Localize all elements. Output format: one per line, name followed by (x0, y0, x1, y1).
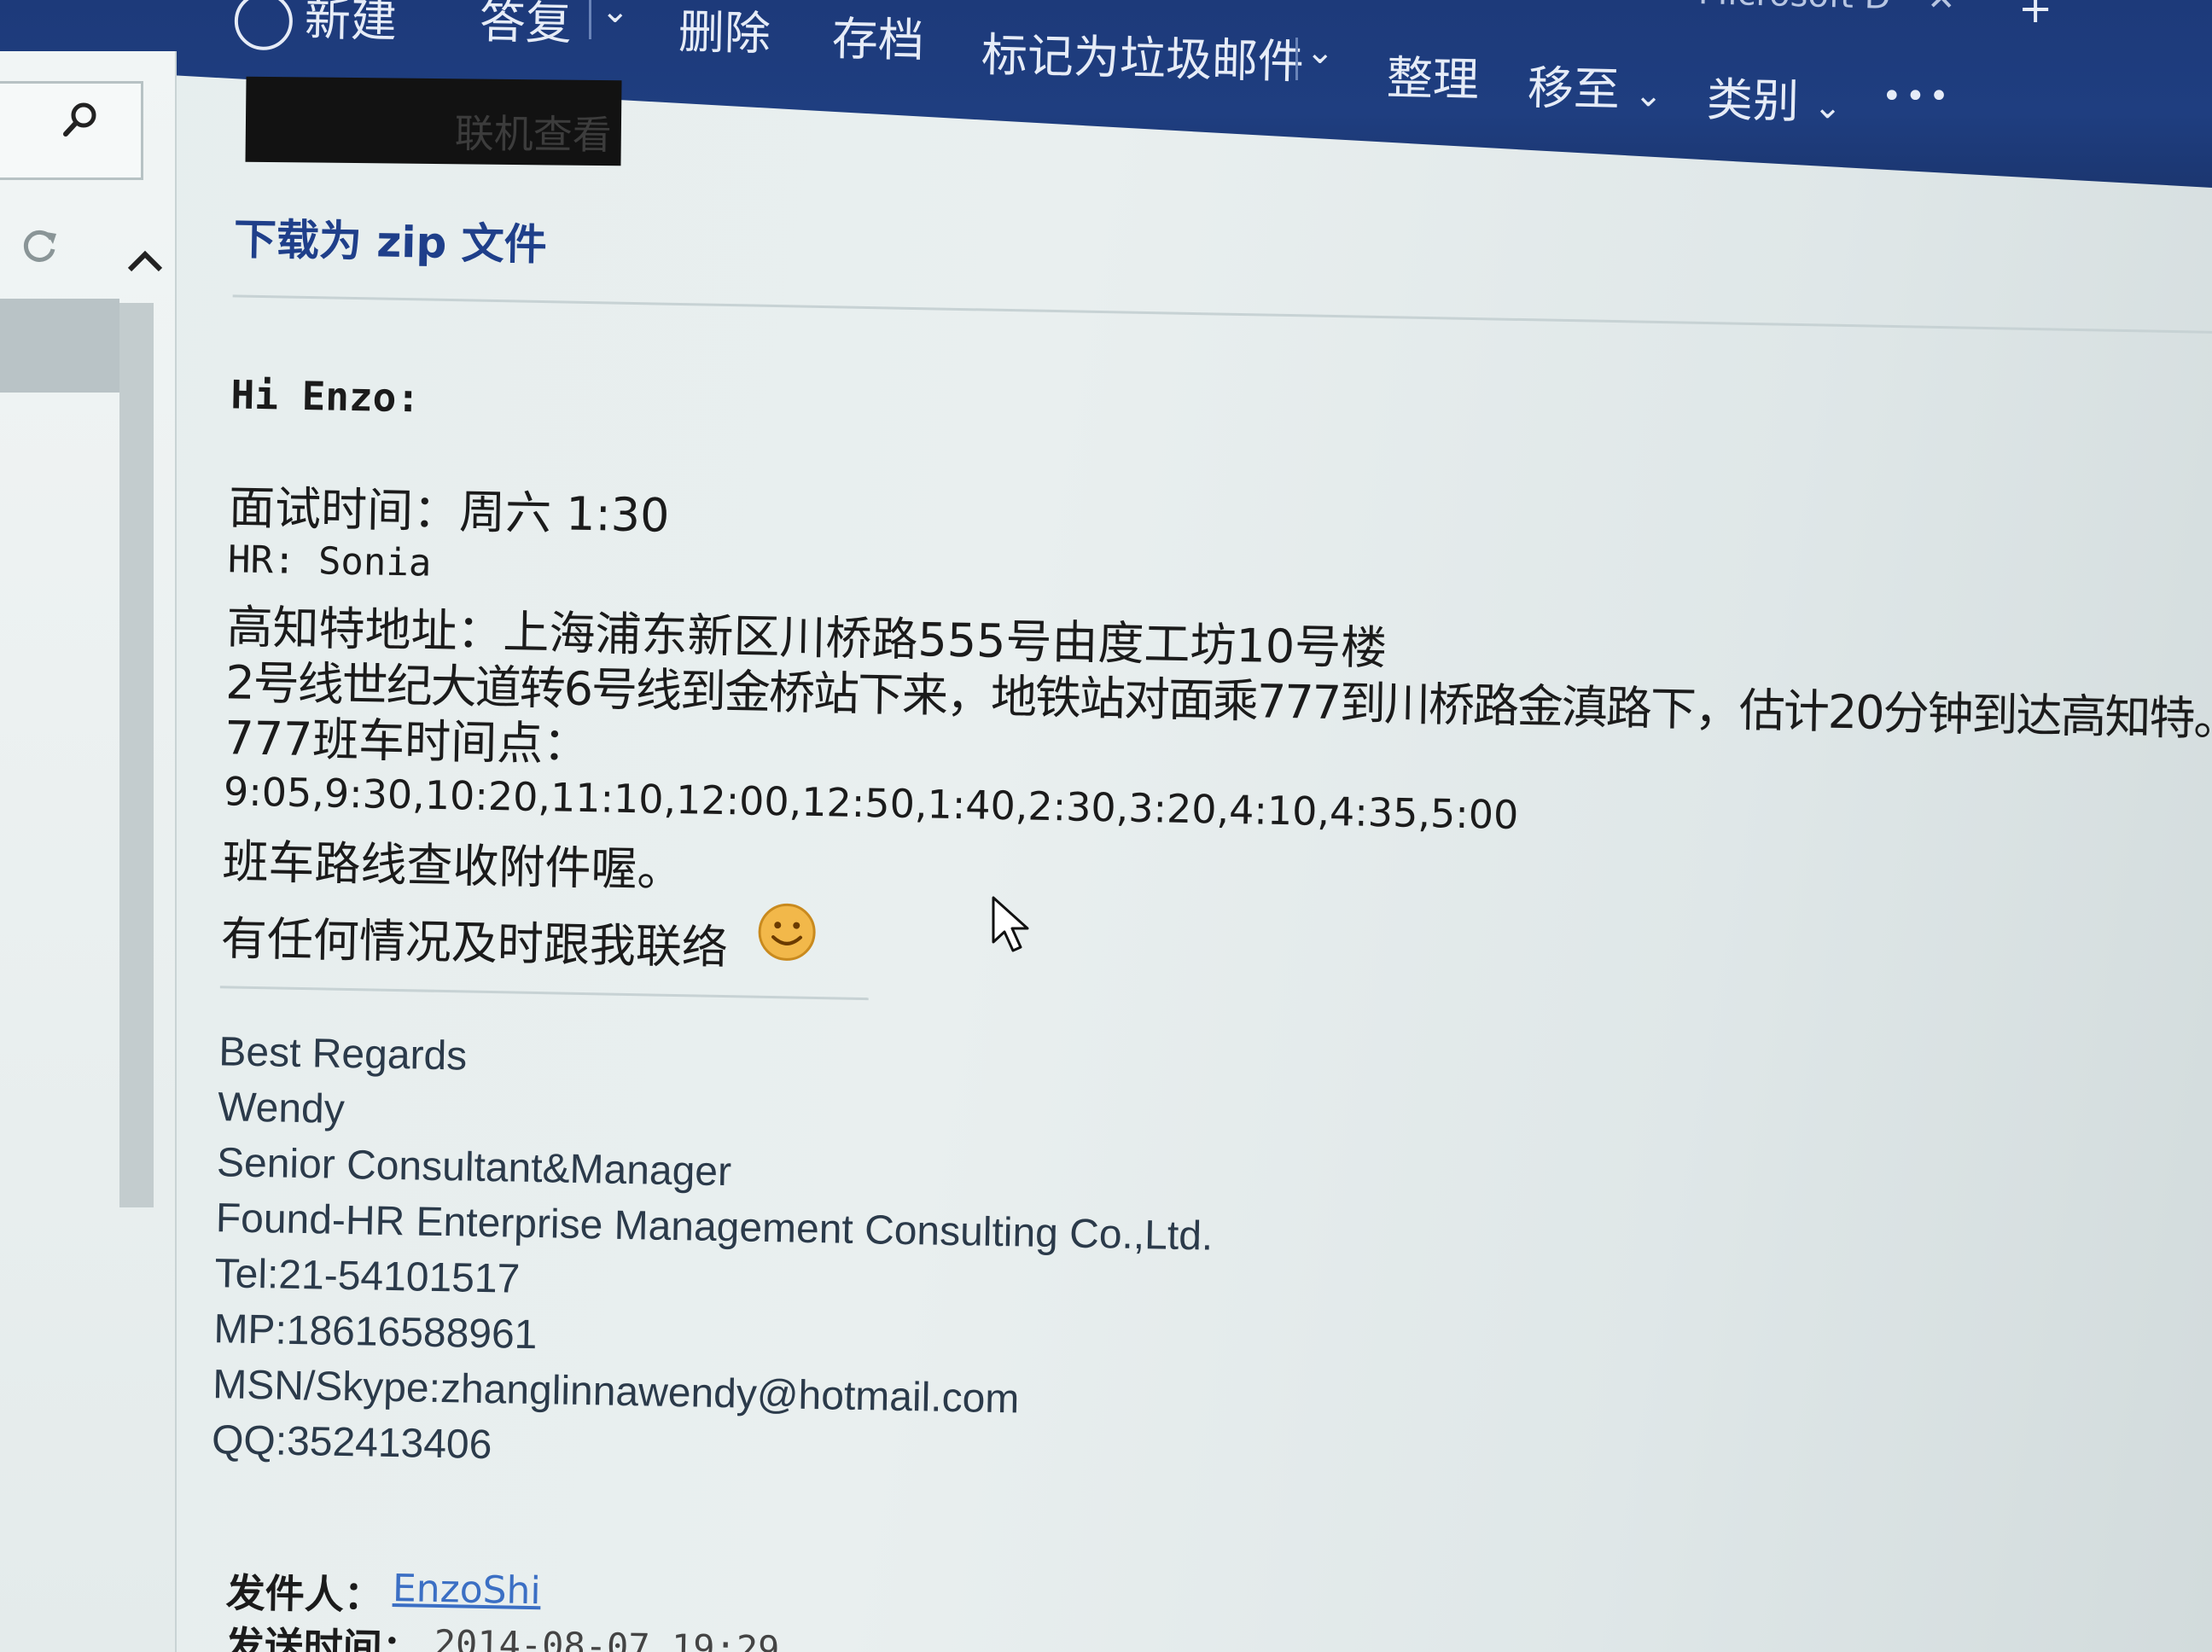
email-window: 新建 答复 ⌄ 删除 存档 标记为垃圾邮件 ⌄ 整理 移至 ⌄ 类别 ⌄ •••… (0, 0, 2212, 1652)
signature-mp: MP:18616588961 (213, 1306, 538, 1358)
chevron-down-icon: ⌄ (1633, 75, 1663, 115)
delete-label: 删除 (678, 4, 771, 61)
new-tab-button[interactable]: + (2018, 0, 2052, 32)
divider (1295, 38, 1298, 80)
new-label: 新建 (304, 0, 398, 48)
signature-qq: QQ:352413406 (211, 1417, 492, 1469)
archive-label: 存档 (831, 11, 925, 68)
more-button[interactable]: ••• (1882, 77, 1953, 116)
signature-divider (219, 986, 869, 1001)
contact-note: 有任何情况及时跟我联络 (220, 911, 729, 975)
delete-button[interactable]: 删除 (678, 0, 771, 63)
hr-contact: HR: Sonia (227, 538, 432, 585)
interview-time: 面试时间：周六 1:30 (228, 480, 671, 543)
move-button[interactable]: 移至 ⌄ (1527, 49, 1663, 120)
divider (232, 294, 2212, 334)
category-label: 类别 (1706, 73, 1800, 129)
signature-tel: Tel:21-54101517 (214, 1251, 521, 1302)
greeting: Hi Enzo: (230, 371, 421, 422)
chevron-down-icon: ⌄ (1813, 87, 1842, 127)
divider (589, 0, 591, 39)
plus-icon: + (2018, 0, 2053, 32)
category-button[interactable]: 类别 ⌄ (1706, 61, 1842, 132)
sent-label: 发送时间： (224, 1622, 422, 1652)
reply-dropdown-chevron-icon[interactable]: ⌄ (601, 0, 630, 31)
smiley-icon (758, 903, 816, 961)
signature-regards: Best Regards (218, 1029, 468, 1079)
online-view-button[interactable]: 联机查看 (245, 76, 622, 166)
attachment-note: 班车路线查收附件喔。 (221, 835, 684, 898)
download-zip-link[interactable]: 下载为 zip 文件 (233, 205, 547, 272)
more-icon: ••• (1882, 77, 1953, 116)
sweep-label: 整理 (1386, 50, 1480, 108)
plus-circle-icon (234, 0, 294, 51)
mouse-cursor-icon (992, 896, 1029, 952)
new-button[interactable]: 新建 (234, 0, 398, 53)
close-icon[interactable]: ✕ (1927, 0, 1957, 19)
selected-message-item[interactable] (0, 299, 119, 393)
signature-title: Senior Consultant&Manager (216, 1140, 732, 1195)
archive-button[interactable]: 存档 (831, 1, 925, 70)
search-icon[interactable] (61, 101, 99, 138)
signature-msn: MSN/Skype:zhanglinnawendy@hotmail.com (212, 1362, 1020, 1422)
junk-label: 标记为垃圾邮件 (981, 27, 1305, 90)
shuttle-title: 777班车时间点： (224, 711, 590, 772)
sweep-button[interactable]: 整理 (1386, 40, 1480, 109)
scrollbar[interactable] (119, 303, 154, 1207)
from-label: 发件人： (225, 1569, 384, 1619)
junk-dropdown-chevron-icon[interactable]: ⌄ (1306, 32, 1335, 72)
chevron-up-icon[interactable] (126, 247, 164, 273)
sent-time: 2014-08-07 19:29 (434, 1621, 780, 1652)
move-label: 移至 (1527, 61, 1621, 117)
refresh-icon[interactable] (19, 224, 61, 266)
online-view-label: 联机查看 (454, 110, 613, 159)
junk-button[interactable]: 标记为垃圾邮件 (981, 17, 1305, 92)
reply-label: 答复 (479, 0, 573, 51)
signature-company: Found-HR Enterprise Management Consultin… (215, 1195, 1214, 1259)
from-sender-link[interactable]: EnzoShi (392, 1567, 541, 1613)
signature-name: Wendy (217, 1085, 346, 1132)
reply-button[interactable]: 答复 (479, 0, 573, 53)
